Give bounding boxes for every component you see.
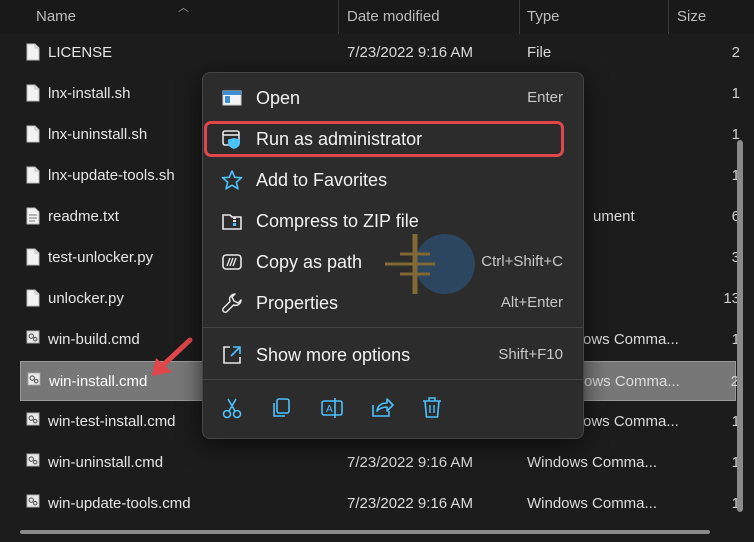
- cut-icon[interactable]: [219, 395, 245, 421]
- wrench-icon: [222, 293, 242, 313]
- file-size: 2: [731, 44, 740, 61]
- cmd-file-icon: [27, 372, 41, 390]
- file-date-modified: 7/23/2022 9:16 AM: [347, 495, 473, 512]
- file-name: win-uninstall.cmd: [48, 454, 164, 471]
- menu-item-label: Copy as path: [256, 252, 363, 272]
- share-icon[interactable]: [369, 395, 395, 421]
- menu-item-shortcut: Enter: [527, 89, 563, 106]
- menu-item-shortcut: Alt+Enter: [500, 294, 563, 311]
- menu-item-show-more-options[interactable]: Show more options Shift+F10: [203, 335, 583, 375]
- watermark-logo-icon: [385, 234, 475, 294]
- menu-item-add-to-favorites[interactable]: Add to Favorites: [203, 160, 583, 200]
- delete-icon[interactable]: [419, 395, 445, 421]
- file-name: lnx-uninstall.sh: [48, 126, 148, 143]
- column-header-date-modified[interactable]: Date modified: [347, 0, 440, 34]
- column-header-name[interactable]: Name: [36, 0, 76, 34]
- file-type: Windows Comma...: [527, 454, 658, 471]
- file-type: ows Comma...: [584, 373, 680, 390]
- highlight-box: [204, 121, 564, 157]
- menu-divider: [203, 327, 583, 328]
- cmd-file-icon: [26, 494, 40, 512]
- file-icon: [26, 166, 40, 184]
- file-type: ument: [593, 208, 635, 225]
- star-icon: [221, 170, 243, 190]
- svg-text:A: A: [326, 404, 333, 415]
- red-arrow-icon: [152, 337, 193, 376]
- file-name: unlocker.py: [48, 290, 124, 307]
- cmd-file-icon: [26, 412, 40, 430]
- file-name: lnx-update-tools.sh: [48, 167, 175, 184]
- file-type: ows Comma...: [583, 331, 679, 348]
- text-file-icon: [26, 207, 40, 225]
- column-header-bar: Name ︿ Date modified Type Size: [0, 0, 754, 34]
- menu-item-shortcut: Shift+F10: [498, 346, 563, 363]
- file-icon: [26, 248, 40, 266]
- menu-item-shortcut: Ctrl+Shift+C: [481, 253, 563, 270]
- file-name: test-unlocker.py: [48, 249, 154, 266]
- file-row[interactable]: win-uninstall.cmd 7/23/2022 9:16 AM Window…: [20, 443, 740, 483]
- file-name: win-build.cmd: [48, 331, 140, 348]
- file-name: win-test-install.cmd: [48, 413, 176, 430]
- copy-icon[interactable]: [269, 395, 295, 421]
- column-divider[interactable]: [668, 0, 669, 34]
- menu-item-label: Open: [256, 88, 301, 108]
- file-date-modified: 7/23/2022 9:16 AM: [347, 44, 473, 61]
- column-divider[interactable]: [519, 0, 520, 34]
- menu-divider: [203, 379, 583, 380]
- file-name: win-update-tools.cmd: [48, 495, 191, 512]
- file-name: lnx-install.sh: [48, 85, 131, 102]
- file-name: win-install.cmd: [49, 373, 148, 390]
- file-row[interactable]: LICENSE 7/23/2022 9:16 AM File 2: [20, 33, 740, 73]
- file-date-modified: 7/23/2022 9:16 AM: [347, 454, 473, 471]
- menu-item-label: Add to Favorites: [256, 170, 388, 190]
- file-icon: [26, 125, 40, 143]
- column-header-type[interactable]: Type: [527, 0, 560, 34]
- menu-item-label: Show more options: [256, 345, 411, 365]
- sort-caret-icon: ︿: [178, 2, 189, 14]
- horizontal-scrollbar[interactable]: [20, 530, 710, 534]
- file-icon: [26, 43, 40, 61]
- vertical-scrollbar[interactable]: [737, 140, 743, 512]
- menu-item-open[interactable]: Open Enter: [203, 78, 583, 118]
- cmd-file-icon: [26, 453, 40, 471]
- file-icon: [26, 84, 40, 102]
- cmd-file-icon: [26, 330, 40, 348]
- open-window-icon: [222, 90, 242, 106]
- column-header-size[interactable]: Size: [677, 0, 706, 34]
- file-icon: [26, 289, 40, 307]
- file-name: LICENSE: [48, 44, 113, 61]
- file-row[interactable]: win-update-tools.cmd 7/23/2022 9:16 AM Win…: [20, 484, 740, 524]
- zip-folder-icon: [222, 214, 242, 230]
- rename-icon[interactable]: A: [319, 395, 345, 421]
- file-size: 1: [731, 85, 740, 102]
- file-type: File: [527, 44, 552, 61]
- column-divider[interactable]: [338, 0, 339, 34]
- copy-path-icon: [222, 254, 242, 270]
- share-more-icon: [223, 346, 241, 364]
- file-type: Windows Comma...: [527, 495, 658, 512]
- file-name: readme.txt: [48, 208, 119, 225]
- file-type: ows Comma...: [583, 413, 679, 430]
- menu-item-label: Properties: [256, 293, 339, 313]
